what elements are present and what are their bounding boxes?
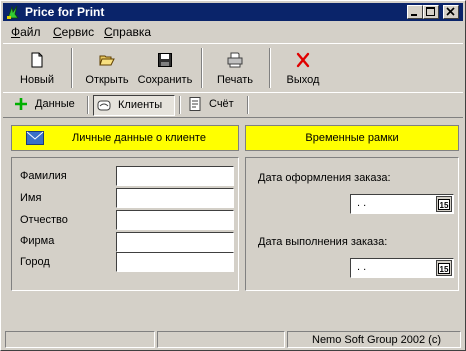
patronymic-label: Отчество bbox=[20, 214, 68, 226]
print-button[interactable]: Печать bbox=[207, 48, 263, 90]
status-company: Nemo Soft Group 2002 (c) bbox=[312, 334, 442, 346]
tab-invoice[interactable]: Счёт bbox=[185, 95, 245, 114]
app-icon bbox=[7, 5, 19, 19]
floppy-disk-icon bbox=[158, 53, 172, 67]
client-panel: Фамилия Имя Отчество Фирма Город bbox=[11, 157, 239, 291]
time-panel: Дата оформления заказа: . . 15 Дата выпо… bbox=[245, 157, 459, 291]
order-date-label: Дата оформления заказа: bbox=[258, 172, 391, 184]
svg-text:15: 15 bbox=[440, 265, 449, 274]
printer-icon bbox=[227, 52, 243, 68]
menu-bar: Файл Сервис Справка bbox=[3, 23, 463, 41]
order-date-value: . . bbox=[357, 197, 367, 209]
minimize-button[interactable] bbox=[407, 5, 423, 19]
patronymic-input[interactable] bbox=[116, 210, 234, 230]
status-section-3: Nemo Soft Group 2002 (c) bbox=[287, 331, 461, 348]
window-title: Price for Print bbox=[25, 5, 105, 19]
calendar-icon[interactable]: 15 bbox=[436, 196, 452, 212]
complete-date-label: Дата выполнения заказа: bbox=[258, 236, 388, 248]
main-window: Price for Print Файл Сервис Справка Новы… bbox=[0, 0, 466, 351]
city-input[interactable] bbox=[116, 252, 234, 272]
svg-text:15: 15 bbox=[440, 201, 449, 210]
new-document-icon bbox=[31, 52, 43, 68]
menu-help[interactable]: Справка bbox=[104, 25, 151, 39]
menu-service[interactable]: Сервис bbox=[53, 25, 94, 39]
close-icon bbox=[446, 7, 455, 16]
time-panel-header: Временные рамки bbox=[245, 125, 459, 151]
exit-button[interactable]: Выход bbox=[275, 48, 331, 90]
name-label: Имя bbox=[20, 192, 42, 204]
surname-input[interactable] bbox=[116, 166, 234, 186]
surname-label: Фамилия bbox=[20, 170, 67, 182]
maximize-button[interactable] bbox=[423, 5, 439, 19]
client-panel-header: Личные данные о клиенте bbox=[11, 125, 239, 151]
order-date-picker[interactable]: . . 15 bbox=[350, 194, 454, 214]
complete-date-picker[interactable]: . . 15 bbox=[350, 258, 454, 278]
tab-separator bbox=[247, 96, 249, 114]
new-button[interactable]: Новый bbox=[9, 48, 65, 90]
toolbar-separator bbox=[71, 48, 73, 88]
company-input[interactable] bbox=[116, 232, 234, 252]
title-bar[interactable]: Price for Print bbox=[3, 3, 463, 21]
minimize-icon bbox=[411, 14, 417, 16]
toolbar-separator bbox=[201, 48, 203, 88]
time-panel-title: Временные рамки bbox=[305, 132, 399, 144]
tab-bar: Данные Клиенты Счёт bbox=[3, 92, 463, 118]
maximize-icon bbox=[426, 7, 435, 16]
status-section-2 bbox=[157, 331, 285, 348]
menu-file[interactable]: Файл bbox=[11, 25, 41, 39]
client-panel-title: Личные данные о клиенте bbox=[72, 132, 206, 144]
folder-open-icon bbox=[99, 55, 115, 66]
tab-separator bbox=[87, 96, 89, 114]
tab-clients[interactable]: Клиенты bbox=[93, 95, 175, 116]
name-input[interactable] bbox=[116, 188, 234, 208]
tab-separator bbox=[179, 96, 181, 114]
status-section-1 bbox=[5, 331, 155, 348]
invoice-icon bbox=[189, 97, 201, 111]
company-label: Фирма bbox=[20, 235, 55, 247]
city-label: Город bbox=[20, 256, 50, 268]
complete-date-value: . . bbox=[357, 261, 367, 273]
toolbar: Новый Открыть Сохранить Печать Выход bbox=[3, 43, 463, 93]
toolbar-separator bbox=[269, 48, 271, 88]
exit-x-icon bbox=[296, 52, 310, 68]
plus-icon bbox=[15, 98, 27, 110]
client-card-icon bbox=[97, 100, 111, 111]
tab-data[interactable]: Данные bbox=[11, 95, 81, 114]
calendar-icon[interactable]: 15 bbox=[436, 260, 452, 276]
close-button[interactable] bbox=[443, 5, 459, 19]
open-button[interactable]: Открыть bbox=[79, 48, 135, 90]
save-button[interactable]: Сохранить bbox=[137, 48, 193, 90]
